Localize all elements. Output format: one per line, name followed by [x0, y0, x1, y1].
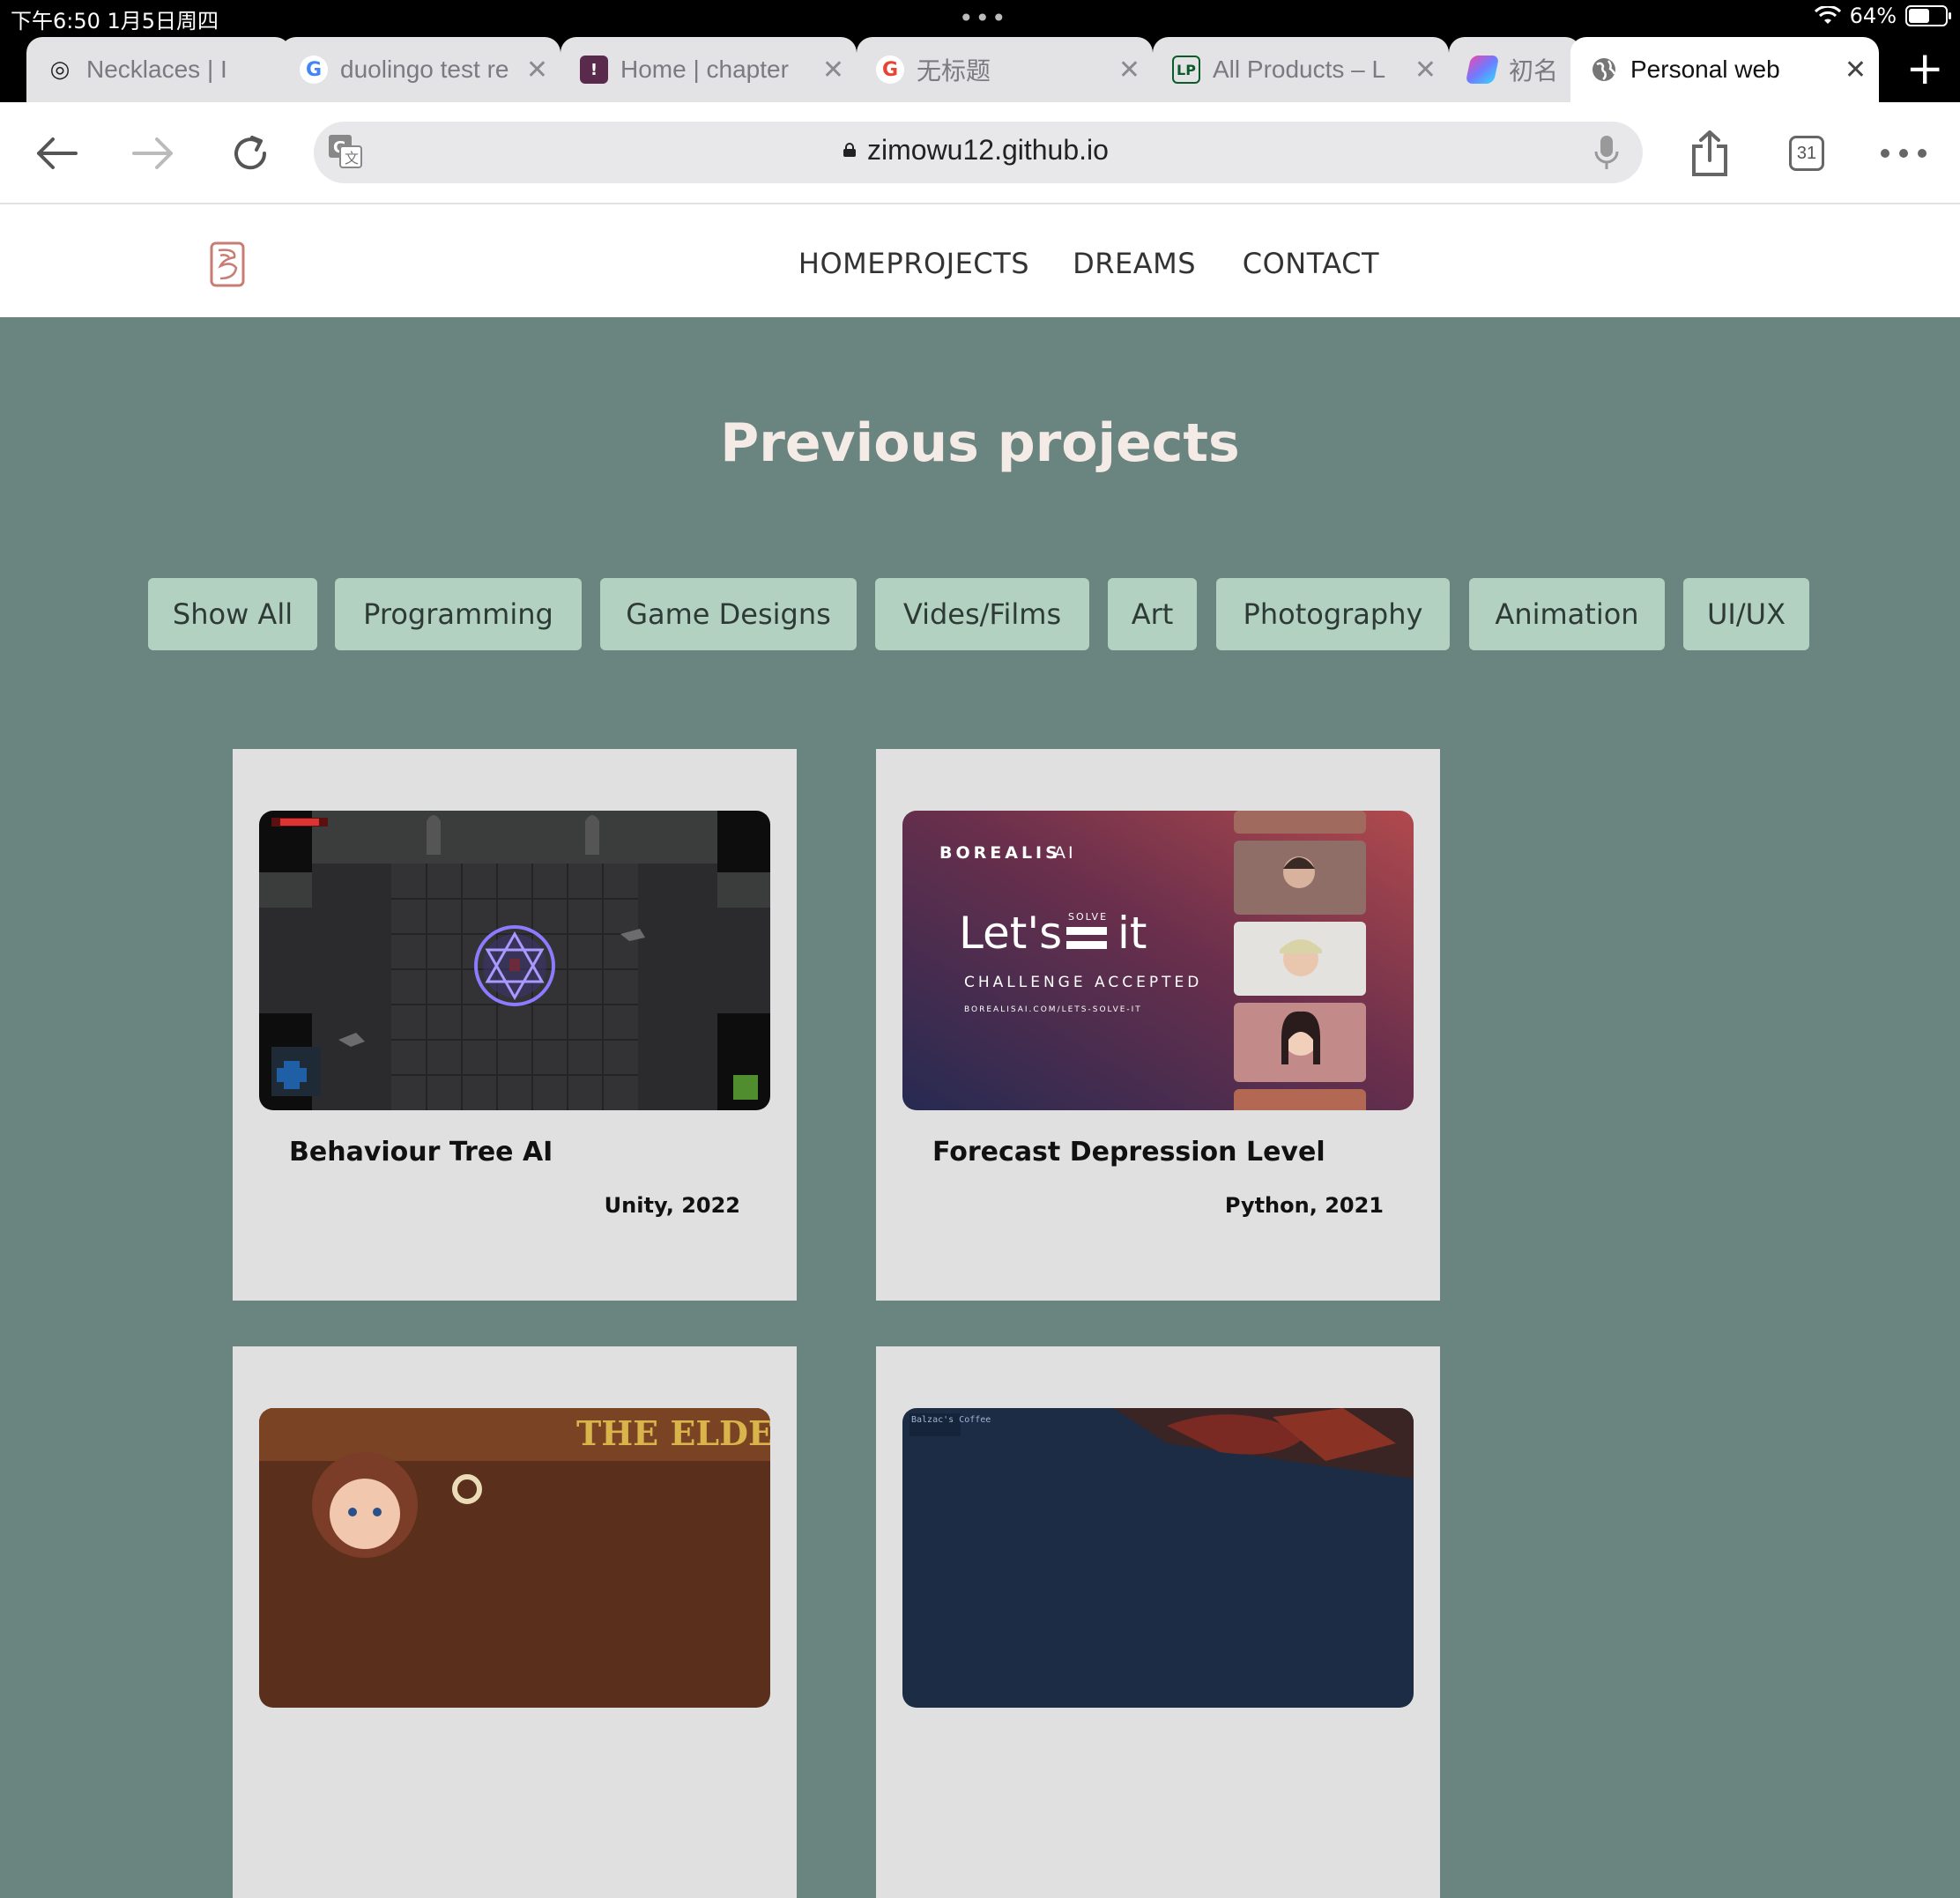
filter-photography[interactable]: Photography [1216, 578, 1450, 650]
project-title: Behaviour Tree AI [289, 1137, 553, 1168]
project-thumbnail[interactable]: BOREALIS AI Let's SOLVE it CHALLENGE ACC… [902, 811, 1414, 1110]
address-bar[interactable]: G 文 zimowu12.github.io [314, 122, 1643, 183]
project-meta: Python, 2021 [1224, 1193, 1384, 1218]
tab-title: Home | chapter [620, 56, 789, 83]
brand-text: BOREALIS [939, 843, 1061, 863]
tab-switcher-button[interactable]: 31 [1780, 127, 1833, 180]
google-icon: G [300, 56, 328, 84]
filter-show-all[interactable]: Show All [148, 578, 317, 650]
close-icon[interactable]: ✕ [526, 55, 548, 85]
headline-word-1: Let's [959, 908, 1062, 959]
nav-projects[interactable]: PROJECTS [886, 247, 1029, 280]
globe-icon [1590, 56, 1618, 84]
dungeon-game-image [259, 811, 770, 1110]
tab-duolingo[interactable]: G duolingo test re ✕ [280, 37, 561, 102]
lp-icon: LP [1172, 56, 1200, 84]
project-card-balzacs-coffee[interactable]: Balzac's Coffee [876, 1346, 1440, 1898]
nav-contact[interactable]: CONTACT [1243, 247, 1379, 280]
filter-game-designs[interactable]: Game Designs [600, 578, 857, 650]
colorful-logo-icon [1465, 56, 1500, 84]
forward-button[interactable] [127, 129, 180, 178]
project-thumbnail[interactable]: Balzac's Coffee [902, 1408, 1414, 1708]
google-icon: G [876, 56, 904, 84]
status-bar: 下午6:50 1月5日周四 ••• 64% [0, 0, 1960, 35]
project-title: Forecast Depression Level [932, 1137, 1325, 1168]
project-card-behaviour-tree[interactable]: Behaviour Tree AI Unity, 2022 [233, 749, 797, 1301]
headline-word-2: it [1117, 908, 1147, 959]
link-text: BOREALISAI.COM/LETS-SOLVE-IT [964, 1005, 1142, 1014]
brand-suffix-text: AI [1054, 843, 1076, 863]
project-meta: Unity, 2022 [604, 1193, 740, 1218]
tab-all-products[interactable]: LP All Products – L ✕ [1153, 37, 1449, 102]
new-tab-button[interactable]: + [1905, 46, 1944, 92]
close-icon[interactable]: ✕ [822, 55, 844, 85]
balzacs-coffee-image: Balzac's Coffee [902, 1408, 1414, 1708]
status-right: 64% [1814, 4, 1951, 28]
ring-icon: ◎ [49, 56, 71, 83]
tab-personal-web[interactable]: Personal web ✕ [1570, 37, 1879, 102]
lock-icon [843, 143, 856, 157]
url-text: zimowu12.github.io [867, 134, 1109, 166]
share-icon [1692, 130, 1727, 176]
project-thumbnail[interactable] [259, 811, 770, 1110]
project-card-forecast-depression[interactable]: BOREALIS AI Let's SOLVE it CHALLENGE ACC… [876, 749, 1440, 1301]
solve-text: SOLVE [1068, 911, 1108, 923]
tab-title: Necklaces | I [86, 56, 227, 83]
tab-title: Personal web [1630, 56, 1780, 83]
filter-animation[interactable]: Animation [1469, 578, 1665, 650]
filter-videos-films[interactable]: Vides/Films [875, 578, 1089, 650]
microphone-icon[interactable] [1593, 134, 1620, 171]
tab-title: All Products – L [1213, 56, 1386, 83]
tab-title: 初名 [1509, 57, 1559, 85]
tagline-text: CHALLENGE ACCEPTED [964, 974, 1202, 991]
tab-necklaces[interactable]: ◎ Necklaces | I [26, 37, 291, 102]
arrow-left-icon [37, 137, 78, 169]
browser-toolbar: G 文 zimowu12.github.io 31 [0, 102, 1960, 204]
close-icon[interactable]: ✕ [1845, 55, 1867, 85]
reload-button[interactable] [224, 129, 277, 178]
filter-ui-ux[interactable]: UI/UX [1683, 578, 1809, 650]
multitasking-dots-icon[interactable]: ••• [959, 4, 1008, 33]
arrow-right-icon [132, 137, 173, 169]
status-time: 下午6:50 1月5日周四 [11, 9, 219, 33]
svg-text:文: 文 [345, 150, 359, 167]
tab-home-chapter[interactable]: ! Home | chapter ✕ [561, 37, 857, 102]
bookmark-icon: ! [580, 56, 608, 84]
filter-programming[interactable]: Programming [335, 578, 582, 650]
more-dots-icon [1881, 149, 1927, 158]
project-thumbnail[interactable]: THE ELDER [259, 1408, 770, 1708]
filter-art[interactable]: Art [1108, 578, 1197, 650]
site-header: HOME PROJECTS DREAMS CONTACT [0, 204, 1960, 317]
wifi-icon [1814, 6, 1841, 24]
tab-count: 31 [1789, 136, 1824, 171]
the-elder-game-image: THE ELDER [259, 1408, 770, 1708]
translate-icon[interactable]: G 文 [328, 134, 363, 169]
borealis-video-call-image: BOREALIS AI Let's SOLVE it CHALLENGE ACC… [902, 811, 1414, 1110]
project-card-the-elder[interactable]: THE ELDER [233, 1346, 797, 1898]
battery-icon [1905, 5, 1951, 26]
more-menu-button[interactable] [1877, 127, 1930, 180]
close-icon[interactable]: ✕ [1118, 55, 1140, 85]
close-icon[interactable]: ✕ [1414, 55, 1437, 85]
battery-percent: 64% [1849, 4, 1897, 28]
tab-title: 无标题 [917, 57, 991, 85]
sign-text: Balzac's Coffee [911, 1415, 991, 1425]
nav-home[interactable]: HOME [798, 247, 886, 280]
reload-icon [234, 136, 267, 170]
share-button[interactable] [1683, 127, 1736, 180]
page-title: Previous projects [720, 412, 1240, 474]
site-logo[interactable] [210, 241, 245, 287]
game-logo-text: THE ELDER [576, 1413, 770, 1453]
tab-chuming[interactable]: 初名 [1449, 37, 1581, 102]
nav-dreams[interactable]: DREAMS [1073, 247, 1196, 280]
tab-strip: ◎ Necklaces | I G duolingo test re ✕ ! H… [0, 35, 1960, 102]
tab-title: duolingo test re [340, 56, 509, 83]
back-button[interactable] [30, 129, 83, 178]
tab-untitled[interactable]: G 无标题 ✕ [857, 37, 1153, 102]
